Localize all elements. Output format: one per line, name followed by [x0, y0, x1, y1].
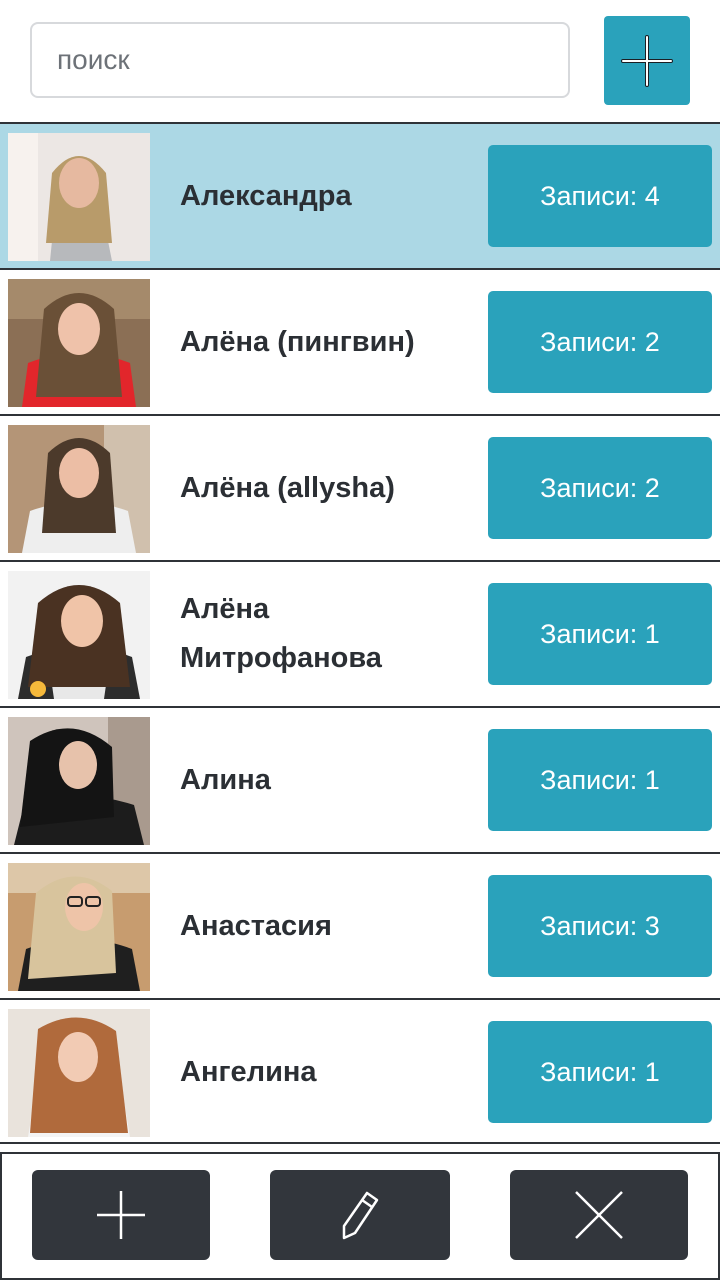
- records-button[interactable]: Записи: 2: [488, 291, 712, 393]
- bottom-toolbar: [0, 1152, 720, 1280]
- list-item[interactable]: Александра Записи: 4: [0, 122, 720, 268]
- delete-button[interactable]: [510, 1170, 688, 1260]
- add-contact-button[interactable]: [604, 16, 690, 105]
- avatar: [8, 863, 150, 991]
- avatar: [8, 279, 150, 407]
- contact-list[interactable]: Александра Записи: 4 Алёна (пингвин) Зап…: [0, 122, 720, 1146]
- contact-name: Ангелина: [180, 1055, 317, 1088]
- contact-name: Алина: [180, 763, 271, 796]
- top-bar: [0, 0, 720, 122]
- plus-icon: [97, 1191, 145, 1239]
- records-button[interactable]: Записи: 4: [488, 145, 712, 247]
- avatar: [8, 1009, 150, 1137]
- list-item[interactable]: Ангелина Записи: 1: [0, 998, 720, 1144]
- contact-name: Алёна (allysha): [180, 471, 395, 504]
- plus-icon: [621, 34, 673, 87]
- records-button[interactable]: Записи: 1: [488, 1021, 712, 1123]
- list-item[interactable]: Алёна (allysha) Записи: 2: [0, 414, 720, 560]
- edit-button[interactable]: [270, 1170, 450, 1260]
- contact-name: Анастасия: [180, 909, 332, 942]
- contact-name: Алёна Митрофанова: [180, 593, 382, 674]
- close-icon: [575, 1191, 623, 1239]
- records-button[interactable]: Записи: 2: [488, 437, 712, 539]
- avatar: [8, 425, 150, 553]
- avatar: [8, 717, 150, 845]
- search-input[interactable]: [57, 24, 568, 96]
- list-item[interactable]: Алёна (пингвин) Записи: 2: [0, 268, 720, 414]
- list-item[interactable]: Анастасия Записи: 3: [0, 852, 720, 998]
- records-button[interactable]: Записи: 1: [488, 729, 712, 831]
- avatar: [8, 571, 150, 699]
- contact-name: Александра: [180, 179, 352, 212]
- pencil-icon: [342, 1191, 379, 1240]
- contact-name: Алёна (пингвин): [180, 325, 415, 358]
- list-item[interactable]: Алина Записи: 1: [0, 706, 720, 852]
- records-button[interactable]: Записи: 3: [488, 875, 712, 977]
- records-button[interactable]: Записи: 1: [488, 583, 712, 685]
- list-item[interactable]: Алёна Митрофанова Записи: 1: [0, 560, 720, 706]
- avatar: [8, 133, 150, 261]
- add-button[interactable]: [32, 1170, 210, 1260]
- search-box[interactable]: [30, 22, 570, 98]
